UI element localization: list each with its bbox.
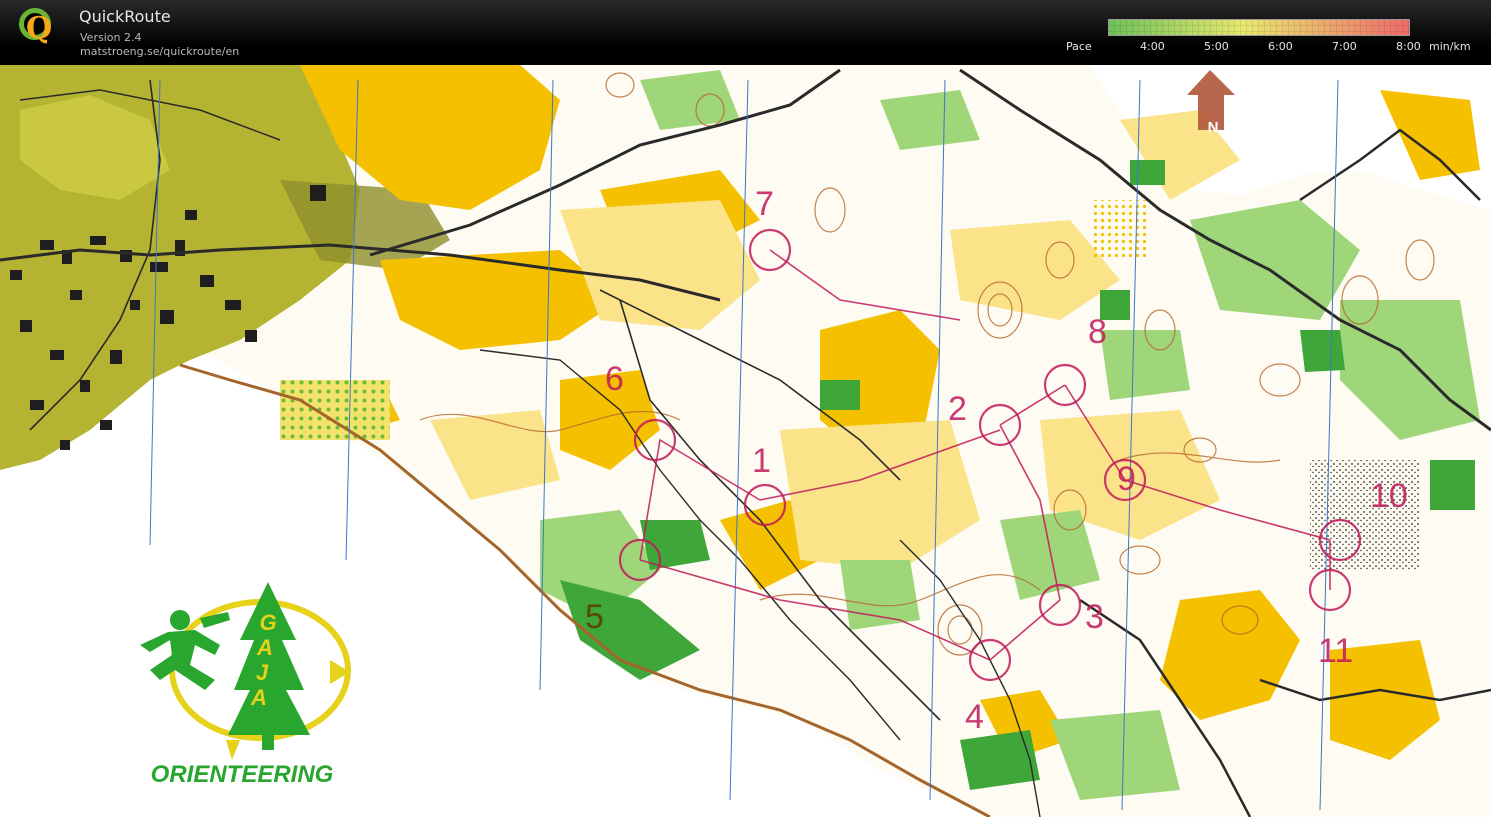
pace-label: Pace	[1066, 40, 1092, 53]
pace-tick-7: 7:00	[1332, 40, 1357, 53]
control-number-4: 4	[965, 698, 984, 736]
control-number-5: 5	[585, 598, 604, 636]
logo-letter-a1: A	[256, 635, 273, 660]
logo-letter-j: J	[256, 660, 269, 685]
control-number-1: 1	[752, 442, 771, 480]
north-label: N	[1208, 119, 1219, 136]
control-number-11: 11	[1318, 632, 1353, 670]
control-number-8: 8	[1088, 313, 1107, 351]
app-title: QuickRoute	[79, 7, 171, 26]
quickroute-header: Q QuickRoute Version 2.4 matstroeng.se/q…	[0, 0, 1491, 65]
orienteering-map[interactable]: N 1 2 3 4 5 6 7 8 9 10 11 G A J A ORIENT…	[0, 65, 1491, 817]
control-number-7: 7	[755, 185, 774, 223]
control-number-6: 6	[605, 360, 624, 398]
logo-letter-g: G	[259, 610, 276, 635]
control-number-2: 2	[948, 390, 967, 428]
pace-tick-8: 8:00	[1396, 40, 1421, 53]
app-version: Version 2.4	[80, 31, 142, 44]
app-url: matstroeng.se/quickroute/en	[80, 45, 240, 58]
pace-tick-4: 4:00	[1140, 40, 1165, 53]
pace-tick-6: 6:00	[1268, 40, 1293, 53]
pace-unit: min/km	[1429, 40, 1471, 53]
control-number-3: 3	[1085, 598, 1104, 636]
control-number-9: 9	[1117, 460, 1136, 498]
pace-tick-5: 5:00	[1204, 40, 1229, 53]
pace-color-scale	[1108, 19, 1410, 36]
quickroute-logo-letter: Q	[26, 11, 53, 46]
club-name: ORIENTEERING	[151, 761, 334, 788]
control-number-10: 10	[1370, 477, 1408, 515]
logo-letter-a2: A	[250, 685, 267, 710]
